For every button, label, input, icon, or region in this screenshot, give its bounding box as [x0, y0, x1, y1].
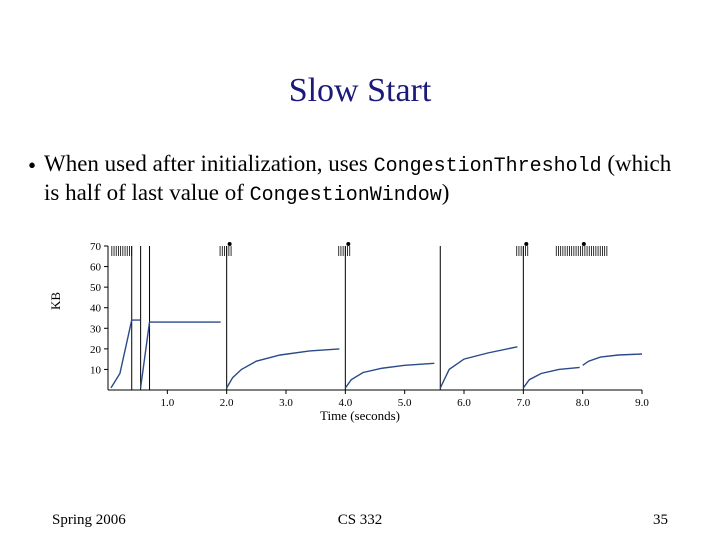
svg-text:70: 70 — [90, 241, 102, 253]
svg-text:20: 20 — [90, 344, 102, 356]
svg-text:30: 30 — [90, 323, 102, 335]
svg-text:50: 50 — [90, 282, 102, 294]
slide-title: Slow Start — [0, 72, 720, 110]
text-segment: When used after initialization, uses — [44, 151, 374, 176]
bullet-item: • When used after initialization, uses C… — [28, 150, 690, 208]
x-axis-label: Time (seconds) — [0, 408, 720, 424]
text-segment: ) — [442, 180, 450, 205]
bullet-text: When used after initialization, uses Con… — [44, 150, 690, 208]
svg-text:10: 10 — [90, 364, 102, 376]
y-axis-label: KB — [48, 292, 64, 310]
footer-page-number: 35 — [653, 512, 668, 529]
footer-course: CS 332 — [0, 512, 720, 529]
congestion-chart: 102030405060701.02.03.04.05.06.07.08.09.… — [70, 240, 650, 430]
svg-text:60: 60 — [90, 262, 102, 274]
svg-text:40: 40 — [90, 303, 102, 315]
bullet-marker: • — [28, 150, 44, 181]
bullet-list: • When used after initialization, uses C… — [28, 150, 690, 208]
code-term: CongestionWindow — [250, 184, 442, 207]
code-term: CongestionThreshold — [374, 155, 602, 178]
